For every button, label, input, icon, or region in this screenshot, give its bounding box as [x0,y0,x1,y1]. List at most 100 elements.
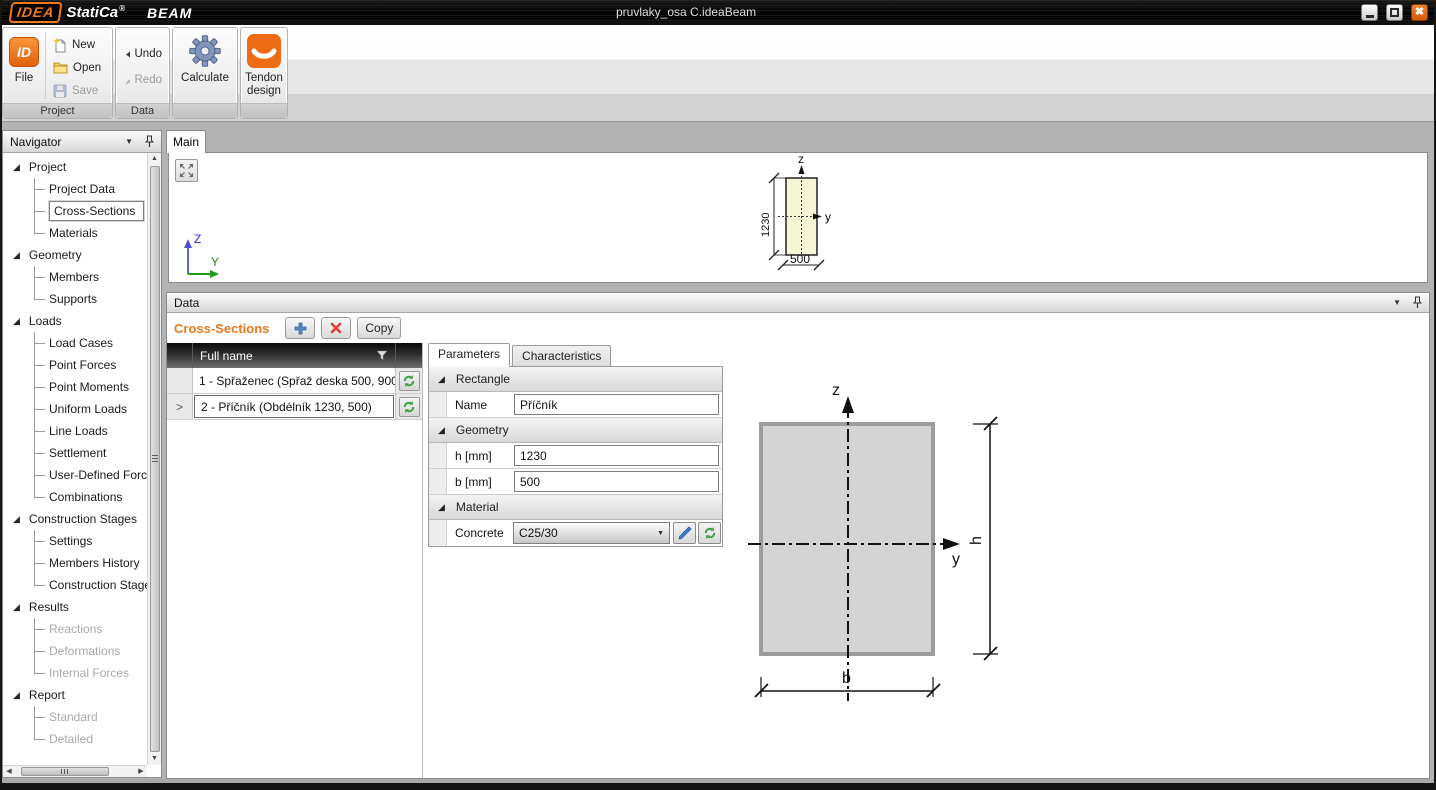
navigator-vertical-scrollbar[interactable]: ▲ ▼ [147,153,161,765]
window-controls: ✖ [1361,4,1428,21]
ribbon-group-calculate: Calculate [172,27,238,119]
y-axis-label: y [825,210,831,224]
nav-item-reactions[interactable]: Reactions [3,618,147,640]
undo-button[interactable]: Undo [122,44,165,64]
expander-icon[interactable]: ◢ [438,374,445,385]
nav-item-uniform-loads[interactable]: Uniform Loads [3,398,147,420]
ribbon-group-project: ID File New Open Save Project [2,27,113,119]
nav-item-user-defined-forces[interactable]: User-Defined Forces [3,464,147,486]
group-geometry[interactable]: ◢ Geometry [429,418,722,443]
delete-cross-section-button[interactable] [321,317,351,339]
expander-icon[interactable]: ◢ [438,425,445,436]
scrollbar-thumb[interactable] [150,166,160,752]
nav-item-load-cases[interactable]: Load Cases [3,332,147,354]
property-row-name: Name Příčník [429,392,722,418]
cross-section-name-cell[interactable]: 1 - Spřaženec (Spřaž deska 500, 900) [193,368,395,393]
nav-item-supports[interactable]: Supports [3,288,147,310]
nav-item-detailed[interactable]: Detailed [3,728,147,750]
view-axes-indicator: Z Y [177,230,227,280]
pin-icon[interactable] [1413,296,1422,309]
scroll-right-icon[interactable]: ▶ [135,766,147,778]
nav-item-deformations[interactable]: Deformations [3,640,147,662]
data-dropdown-icon[interactable]: ▼ [1393,298,1401,307]
zoom-fit-button[interactable] [175,159,198,182]
redo-button[interactable]: Redo [122,70,165,90]
add-cross-section-button[interactable] [285,317,315,339]
ribbon-group-label-tendon [241,103,287,118]
tendon-design-button[interactable]: Tendondesign [241,28,287,103]
calculate-button[interactable]: Calculate [173,28,237,103]
expander-icon[interactable]: ◢ [13,162,20,173]
group-material[interactable]: ◢ Material [429,495,722,520]
navigator-horizontal-scrollbar[interactable]: ◀ ▶ [3,765,147,777]
concrete-select[interactable]: C25/30 ▼ [513,522,670,544]
b-input[interactable]: 500 [514,471,719,492]
nav-item-project-data[interactable]: Project Data [3,178,147,200]
update-material-button[interactable] [698,522,721,544]
navigator-title: Navigator [10,135,61,149]
nav-item-line-loads[interactable]: Line Loads [3,420,147,442]
nav-group-results[interactable]: ◢Results [3,596,147,618]
nav-item-materials[interactable]: Materials [3,222,147,244]
scroll-left-icon[interactable]: ◀ [3,766,15,778]
scroll-down-icon[interactable]: ▼ [151,753,158,765]
nav-item-internal-forces[interactable]: Internal Forces [3,662,147,684]
navigator-dropdown-icon[interactable]: ▼ [125,137,133,146]
filter-icon[interactable] [376,350,388,361]
update-section-button[interactable] [399,371,420,391]
table-row[interactable]: 1 - Spřaženec (Spřaž deska 500, 900) [167,368,422,394]
table-header-actions [395,343,422,368]
main-viewport[interactable]: z y 1230 500 Z Y [168,152,1428,283]
navigator-panel: Navigator ▼ ◢Project Project Data Cross-… [2,130,162,778]
maximize-button[interactable] [1386,4,1403,21]
row-selector-cell[interactable]: > [167,394,193,419]
nav-group-project[interactable]: ◢Project [3,156,147,178]
name-input[interactable]: Příčník [514,394,719,415]
tab-parameters[interactable]: Parameters [428,343,510,367]
tab-main[interactable]: Main [166,130,206,153]
ribbon-group-label-data: Data [116,103,169,118]
nav-group-geometry[interactable]: ◢Geometry [3,244,147,266]
expander-icon[interactable]: ◢ [13,690,20,701]
nav-item-members-history[interactable]: Members History [3,552,147,574]
h-input[interactable]: 1230 [514,445,719,466]
nav-item-settlement[interactable]: Settlement [3,442,147,464]
nav-item-point-forces[interactable]: Point Forces [3,354,147,376]
expander-icon[interactable]: ◢ [438,502,445,513]
scrollbar-thumb[interactable] [21,767,109,776]
expander-icon[interactable]: ◢ [13,250,20,261]
scroll-up-icon[interactable]: ▲ [151,153,158,165]
nav-item-standard[interactable]: Standard [3,706,147,728]
edit-material-button[interactable] [673,522,696,544]
cross-section-name-cell[interactable]: 2 - Příčník (Obdélník 1230, 500) [194,395,394,418]
group-rectangle[interactable]: ◢ Rectangle [429,367,722,392]
table-row-selected[interactable]: > 2 - Příčník (Obdélník 1230, 500) [167,394,422,420]
expander-icon[interactable]: ◢ [13,602,20,613]
row-actions-cell [395,368,422,393]
new-button[interactable]: New [50,35,104,55]
save-button[interactable]: Save [50,81,104,101]
expander-icon[interactable]: ◢ [13,316,20,327]
nav-item-point-moments[interactable]: Point Moments [3,376,147,398]
nav-item-cross-sections[interactable]: Cross-Sections [3,200,147,222]
tab-characteristics[interactable]: Characteristics [512,345,611,367]
pin-icon[interactable] [145,135,154,148]
close-button[interactable]: ✖ [1411,4,1428,21]
copy-cross-section-button[interactable]: Copy [357,317,401,339]
nav-group-report[interactable]: ◢Report [3,684,147,706]
nav-group-loads[interactable]: ◢Loads [3,310,147,332]
open-button[interactable]: Open [50,58,104,78]
nav-group-construction-stages[interactable]: ◢Construction Stages [3,508,147,530]
data-panel: Data ▼ Cross-Sections Copy Full name [166,292,1430,779]
section-drawing-viewport[interactable]: z y h b [723,343,1429,778]
expander-icon[interactable]: ◢ [13,514,20,525]
update-section-button[interactable] [399,397,420,417]
nav-item-settings[interactable]: Settings [3,530,147,552]
table-header-full-name[interactable]: Full name [193,343,395,368]
nav-item-construction-stages[interactable]: Construction Stages [3,574,147,596]
minimize-button[interactable] [1361,4,1378,21]
file-button[interactable]: ID File [3,28,45,103]
nav-item-members[interactable]: Members [3,266,147,288]
row-selector-cell[interactable] [167,368,193,393]
nav-item-combinations[interactable]: Combinations [3,486,147,508]
